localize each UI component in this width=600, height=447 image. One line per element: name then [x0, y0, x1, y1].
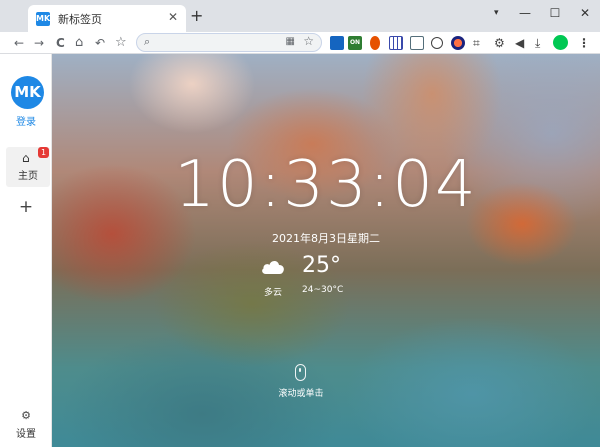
undo-icon[interactable]: ↶ [95, 34, 105, 52]
home-nav-icon: ⌂ [22, 151, 30, 165]
forward-icon[interactable]: → [34, 34, 44, 52]
scroll-hint[interactable]: 滚动或单击 [52, 386, 550, 399]
mouse-scroll-icon[interactable] [295, 364, 306, 381]
login-link[interactable]: 登录 [0, 113, 52, 128]
speed-icon[interactable] [431, 37, 443, 49]
menu-icon[interactable]: ⋮ [578, 34, 590, 52]
notification-badge: 1 [38, 147, 49, 158]
tab-favicon-icon: MK [36, 12, 50, 26]
minimize-button[interactable]: — [510, 0, 540, 26]
mail-icon[interactable] [330, 36, 344, 50]
temperature-range: 24~30°C [302, 285, 344, 295]
tab-new-tab[interactable]: MK 新标签页 ✕ [28, 5, 186, 32]
window-controls: — ☐ ✕ [510, 0, 600, 26]
settings-ext-icon[interactable]: ⚙ [494, 34, 505, 52]
clock: 10:33:04 [174, 148, 478, 222]
fox-icon[interactable] [370, 36, 380, 50]
on-toggle-icon[interactable]: ON [348, 36, 362, 50]
sidebar: MK 登录 ⌂ 主页 1 + ⚙ 设置 [0, 54, 52, 447]
tab-search-dropdown-icon[interactable]: ▾ [494, 8, 499, 18]
browser-toolbar: ← → C ⌂ ↶ ☆ ⌕ ▦ ☆ ON ⌗ ⚙ ◀ ⤓ ⋮ [0, 32, 600, 54]
tab-title: 新标签页 [58, 13, 102, 26]
crop-icon[interactable]: ⌗ [473, 34, 480, 52]
sidebar-item-label: 主页 [18, 171, 38, 182]
address-bar[interactable]: ⌕ ▦ ☆ [136, 33, 322, 52]
maximize-button[interactable]: ☐ [540, 0, 570, 26]
qr-code-icon[interactable]: ▦ [286, 36, 295, 47]
date-display: 2021年8月3日星期二 [272, 232, 380, 245]
avatar-ext-icon[interactable] [451, 36, 465, 50]
calendar-icon[interactable] [410, 36, 424, 50]
new-tab-page[interactable]: 10:33:04 2021年8月3日星期二 多云 25° 24~30°C 滚动或… [52, 54, 600, 447]
temperature: 25° [302, 253, 341, 278]
new-tab-button[interactable]: + [190, 8, 203, 24]
profile-icon[interactable] [553, 35, 568, 50]
reload-icon[interactable]: C [56, 34, 65, 52]
gear-icon[interactable]: ⚙ [0, 409, 52, 422]
volume-icon[interactable]: ◀ [515, 34, 524, 52]
settings-label[interactable]: 设置 [0, 425, 52, 440]
bookmark-icon[interactable]: ☆ [115, 34, 127, 52]
search-icon: ⌕ [144, 35, 151, 48]
add-page-button[interactable]: + [0, 197, 52, 217]
back-icon[interactable]: ← [14, 34, 24, 52]
tab-strip: MK 新标签页 ✕ + ▾ — ☐ ✕ [0, 0, 600, 32]
star-icon[interactable]: ☆ [303, 34, 314, 48]
tab-close-icon[interactable]: ✕ [168, 10, 178, 24]
close-window-button[interactable]: ✕ [570, 0, 600, 26]
home-icon[interactable]: ⌂ [75, 34, 83, 52]
logo-icon[interactable]: MK [11, 76, 44, 109]
grid-icon[interactable] [389, 36, 403, 50]
cloud-icon [262, 261, 284, 274]
weather-description: 多云 [263, 288, 282, 298]
download-icon[interactable]: ⤓ [535, 34, 540, 52]
